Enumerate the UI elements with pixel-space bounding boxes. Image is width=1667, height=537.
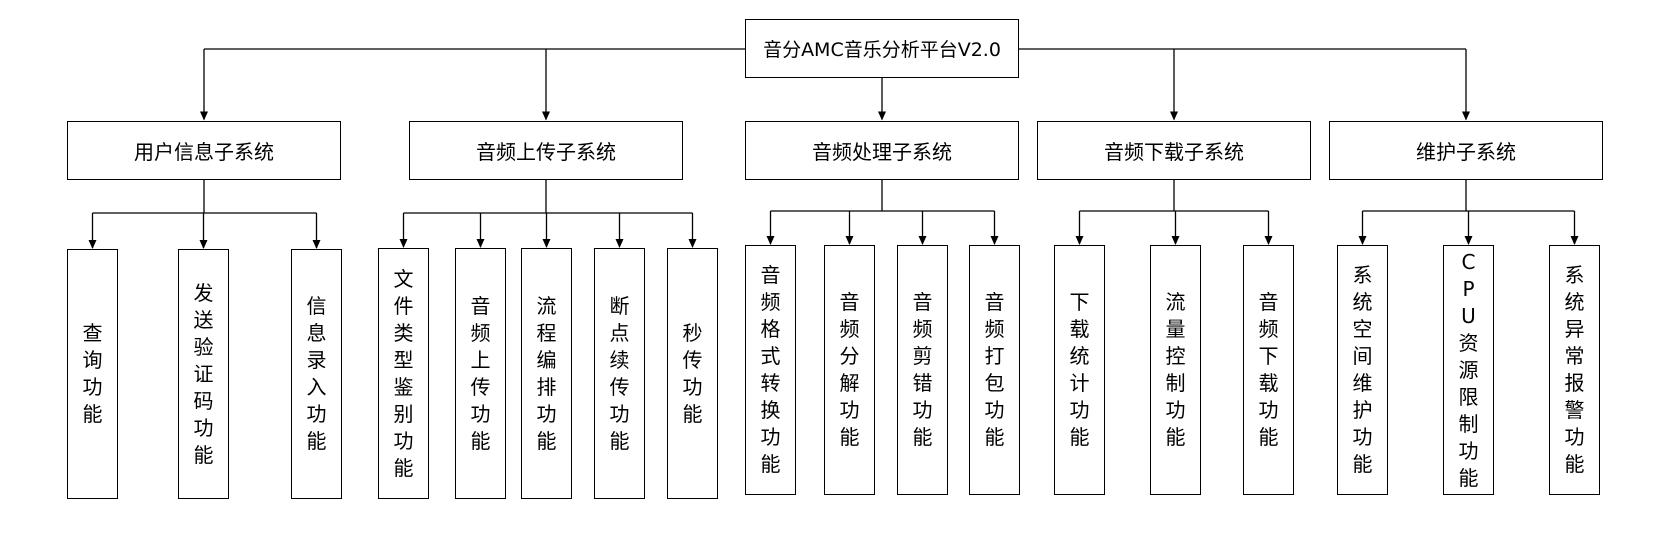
function-label: 秒传功能 <box>682 320 703 426</box>
diagram-canvas: 音分AMC音乐分析平台V2.0 用户信息子系统 音频上传子系统 音频处理子系统 音频下… <box>0 0 1667 537</box>
function-node: 系统异常报警功能 <box>1549 245 1600 495</box>
function-label: 信息录入功能 <box>306 294 327 453</box>
function-node: 流量控制功能 <box>1150 245 1201 495</box>
function-label: 查询功能 <box>82 321 103 426</box>
function-node: 音频格式转换功能 <box>745 245 796 495</box>
subsystem-label: 音频下载子系统 <box>1104 139 1244 164</box>
subsystem-node: 音频处理子系统 <box>745 120 1019 180</box>
function-node: 查询功能 <box>67 249 118 499</box>
subsystem-label: 维护子系统 <box>1416 139 1516 164</box>
subsystem-label: 音频处理子系统 <box>812 139 952 164</box>
function-label: 流程编排功能 <box>536 293 557 453</box>
subsystem-node: 维护子系统 <box>1329 120 1603 180</box>
function-node: CPU资源限制功能 <box>1443 245 1494 495</box>
subsystem-node: 用户信息子系统 <box>67 120 341 180</box>
function-node: 音频打包功能 <box>969 245 1020 495</box>
function-node: 音频分解功能 <box>824 245 875 495</box>
function-node: 音频上传功能 <box>455 248 506 499</box>
function-label: 音频上传功能 <box>470 293 491 453</box>
root-label: 音分AMC音乐分析平台V2.0 <box>763 39 1001 61</box>
function-label: 音频格式转换功能 <box>760 263 781 476</box>
subsystem-label: 用户信息子系统 <box>134 139 274 164</box>
function-label: 系统空间维护功能 <box>1352 263 1373 476</box>
function-node: 发送验证码功能 <box>178 249 229 499</box>
function-node: 秒传功能 <box>667 248 718 499</box>
function-node: 音频剪错功能 <box>897 245 948 495</box>
function-node: 断点续传功能 <box>594 248 645 499</box>
function-node: 流程编排功能 <box>521 248 572 499</box>
function-label: 音频下载功能 <box>1258 290 1279 449</box>
subsystem-node: 音频上传子系统 <box>409 120 683 180</box>
function-label: 音频剪错功能 <box>912 290 933 449</box>
function-label: 发送验证码功能 <box>193 280 214 467</box>
function-label: 断点续传功能 <box>609 293 630 453</box>
function-node: 音频下载功能 <box>1243 245 1294 495</box>
function-label: 流量控制功能 <box>1165 290 1186 449</box>
subsystem-label: 音频上传子系统 <box>476 139 616 164</box>
function-label: CPU资源限制功能 <box>1458 249 1479 490</box>
function-node: 下载统计功能 <box>1054 245 1105 495</box>
function-node: 信息录入功能 <box>291 249 342 499</box>
function-node: 系统空间维护功能 <box>1337 245 1388 495</box>
subsystem-node: 音频下载子系统 <box>1037 120 1311 180</box>
function-node: 文件类型鉴别功能 <box>378 248 429 499</box>
function-label: 文件类型鉴别功能 <box>393 266 414 480</box>
function-label: 下载统计功能 <box>1069 290 1090 449</box>
function-label: 音频分解功能 <box>839 290 860 449</box>
function-label: 音频打包功能 <box>984 290 1005 449</box>
function-label: 系统异常报警功能 <box>1564 263 1585 476</box>
root-node: 音分AMC音乐分析平台V2.0 <box>745 19 1019 78</box>
